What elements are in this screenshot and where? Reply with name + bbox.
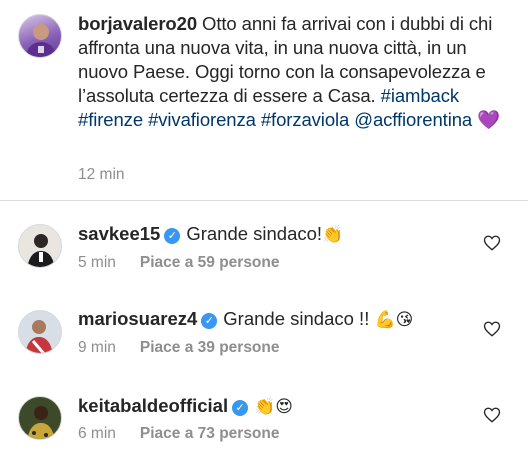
comment-line: mariosuarez4 ✓ Grande sindaco !! 💪😘 [78,308,413,330]
verified-check-icon: ✓ [232,400,249,416]
hashtag[interactable]: #vivafiorenza [148,109,256,130]
avatar-photo [25,24,57,57]
comment-meta: 6 min Piace a 73 persone [78,425,280,443]
mention[interactable]: @acffiorentina [354,109,472,130]
commenter-avatar[interactable] [18,224,62,268]
comment-time: 9 min [78,339,116,356]
comment-time: 5 min [78,254,116,271]
divider [0,200,528,201]
purple-heart-emoji: 💜 [477,109,501,130]
post-time: 12 min [78,166,125,183]
emoji: 👏😍 [254,397,293,416]
verified-check-icon: ✓ [201,313,218,329]
avatar-photo [25,320,53,353]
commenter-avatar[interactable] [18,310,62,354]
comment-line: savkee15 ✓ Grande sindaco!👏 [78,223,343,245]
emoji: 💪😘 [374,310,414,329]
verified-check-icon: ✓ [164,228,181,244]
avatar-photo [27,406,55,439]
hashtag[interactable]: #forzaviola [261,109,349,130]
clap-emoji: 👏 [322,225,344,244]
comment-username[interactable]: mariosuarez4 [78,308,197,329]
comment-likes[interactable]: Piace a 73 persone [140,425,280,442]
avatar-photo [27,234,55,267]
post-caption: borjavalero20 Otto anni fa arrivai con i… [0,0,528,200]
comment-text: Grande sindaco !! [223,308,370,329]
comment-likes[interactable]: Piace a 39 persone [140,339,280,356]
comment-meta: 5 min Piace a 59 persone [78,254,280,272]
heart-outline-icon[interactable] [483,320,501,338]
heart-outline-icon[interactable] [483,234,501,252]
comment-meta: 9 min Piace a 39 persone [78,339,280,357]
hashtag[interactable]: #firenze [78,109,143,130]
post-author-avatar[interactable] [18,14,62,58]
hashtag[interactable]: #iamback [381,85,459,106]
post-username[interactable]: borjavalero20 [78,13,197,34]
heart-outline-icon[interactable] [483,406,501,424]
comment-line: keitabaldeofficial ✓ 👏😍 [78,395,293,417]
comment-username[interactable]: savkee15 [78,223,160,244]
comment-username[interactable]: keitabaldeofficial [78,395,228,416]
caption-text: borjavalero20 Otto anni fa arrivai con i… [78,12,508,132]
comment-text: Grande sindaco! [186,223,323,244]
comment-time: 6 min [78,425,116,442]
comment-likes[interactable]: Piace a 59 persone [140,254,280,271]
commenter-avatar[interactable] [18,396,62,440]
